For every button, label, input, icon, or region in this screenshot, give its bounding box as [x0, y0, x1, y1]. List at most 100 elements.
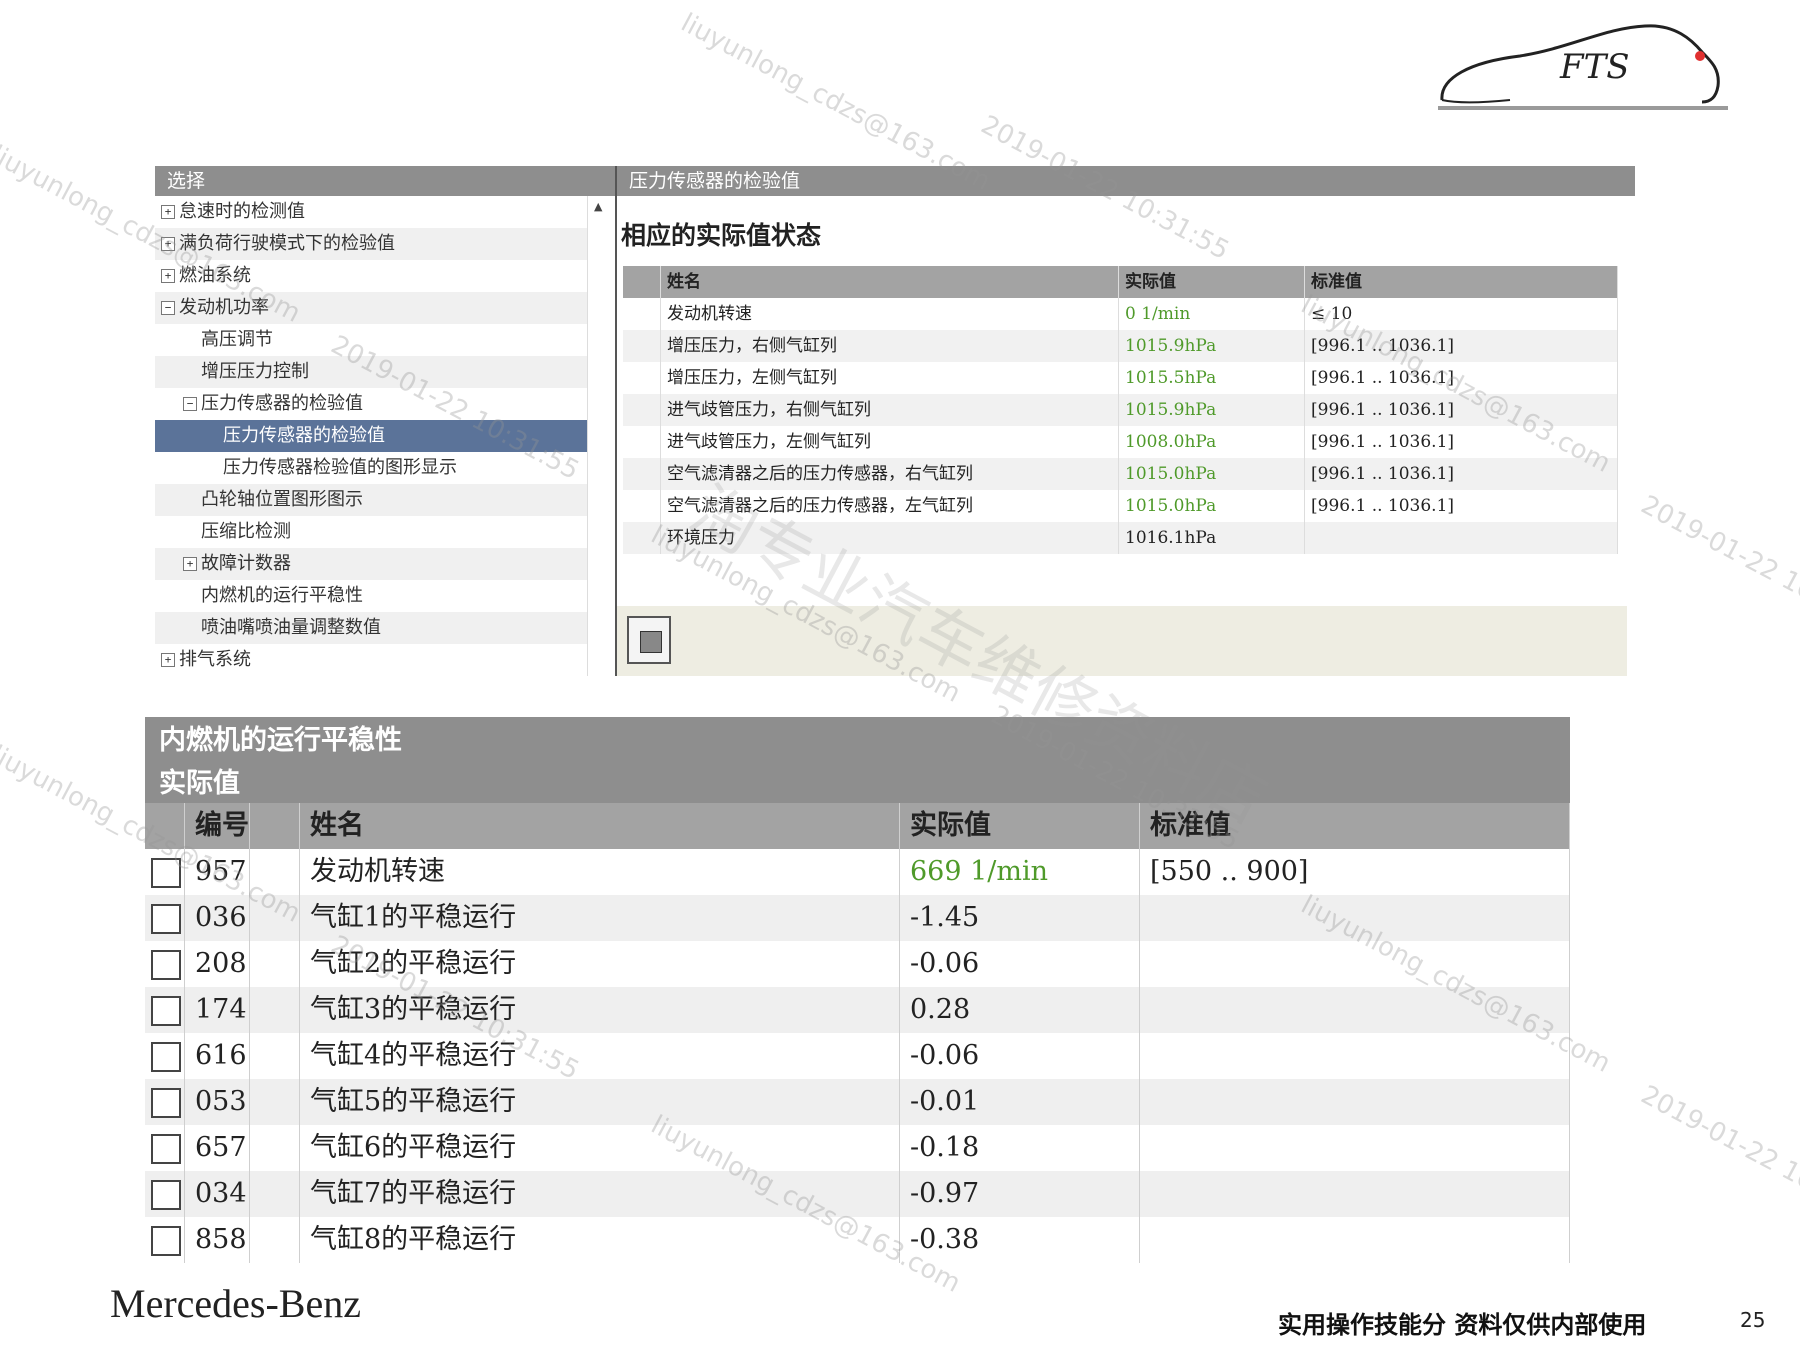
cell-actual: 1008.0hPa	[1119, 426, 1305, 458]
row-checkbox[interactable]	[151, 858, 181, 888]
table-row[interactable]: 034 气缸7的平稳运行 -0.97	[145, 1171, 1570, 1217]
row-spacer	[250, 895, 300, 941]
row-checkbox[interactable]	[151, 1042, 181, 1072]
cell-actual: -0.18	[900, 1125, 1140, 1171]
panel-divider[interactable]	[615, 166, 617, 676]
tree-item[interactable]: 高压调节	[155, 324, 587, 356]
row-spacer	[623, 362, 661, 394]
cell-standard: [996.1 .. 1036.1]	[1305, 330, 1618, 362]
table-row[interactable]: 957 发动机转速 669 1/min [550 .. 900]	[145, 849, 1570, 895]
header-spacer	[623, 266, 661, 298]
tree-scrollbar[interactable]: ▲	[587, 196, 618, 676]
row-checkbox[interactable]	[151, 1134, 181, 1164]
page-number: 25	[1740, 1308, 1766, 1332]
stop-button[interactable]	[627, 616, 671, 664]
cell-actual: -0.97	[900, 1171, 1140, 1217]
cell-id: 208	[185, 941, 250, 987]
cell-name: 进气歧管压力，左侧气缸列	[661, 426, 1119, 458]
tree-item[interactable]: 内燃机的运行平稳性	[155, 580, 587, 612]
watermark-timestamp: 2019-01-22 10:31:55	[1635, 1080, 1800, 1237]
collapse-icon[interactable]: −	[161, 301, 175, 315]
table-row[interactable]: 进气歧管压力，左侧气缸列 1008.0hPa [996.1 .. 1036.1]	[623, 426, 1618, 458]
column-header[interactable]: 标准值	[1305, 266, 1618, 298]
table-row[interactable]: 增压压力，右侧气缸列 1015.9hPa [996.1 .. 1036.1]	[623, 330, 1618, 362]
tree-item[interactable]: − 发动机功率	[155, 292, 587, 324]
row-checkbox[interactable]	[151, 996, 181, 1026]
expand-icon[interactable]: +	[161, 205, 175, 219]
expand-icon[interactable]: +	[161, 269, 175, 283]
cell-id: 053	[185, 1079, 250, 1125]
cell-standard	[1140, 1125, 1570, 1171]
detail-header: 压力传感器的检验值	[617, 166, 1635, 196]
tree-item[interactable]: 压力传感器检验值的图形显示	[155, 452, 587, 484]
table-row[interactable]: 增压压力，左侧气缸列 1015.5hPa [996.1 .. 1036.1]	[623, 362, 1618, 394]
tree-item[interactable]: 凸轮轴位置图形图示	[155, 484, 587, 516]
tree-item[interactable]: + 排气系统	[155, 644, 587, 676]
column-header[interactable]: 标准值	[1140, 803, 1570, 849]
row-spacer	[623, 458, 661, 490]
tree-item[interactable]: + 满负荷行驶模式下的检验值	[155, 228, 587, 260]
tree-item-label: 压力传感器检验值的图形显示	[223, 457, 457, 478]
table-row[interactable]: 208 气缸2的平稳运行 -0.06	[145, 941, 1570, 987]
table-row[interactable]: 616 气缸4的平稳运行 -0.06	[145, 1033, 1570, 1079]
table-row[interactable]: 进气歧管压力，右侧气缸列 1015.9hPa [996.1 .. 1036.1]	[623, 394, 1618, 426]
tree-item[interactable]: 喷油嘴喷油量调整数值	[155, 612, 587, 644]
row-checkbox[interactable]	[151, 1180, 181, 1210]
tree-item[interactable]: + 燃油系统	[155, 260, 587, 292]
row-checkbox[interactable]	[151, 950, 181, 980]
tree-item-label: 内燃机的运行平稳性	[201, 585, 363, 606]
cell-standard: [996.1 .. 1036.1]	[1305, 426, 1618, 458]
column-header[interactable]: 姓名	[300, 803, 900, 849]
expand-icon[interactable]: +	[161, 653, 175, 667]
table-row[interactable]: 657 气缸6的平稳运行 -0.18	[145, 1125, 1570, 1171]
cell-name: 增压压力，右侧气缸列	[661, 330, 1119, 362]
cell-standard: [996.1 .. 1036.1]	[1305, 394, 1618, 426]
table-row[interactable]: 053 气缸5的平稳运行 -0.01	[145, 1079, 1570, 1125]
cell-actual: 1015.0hPa	[1119, 458, 1305, 490]
row-spacer	[623, 490, 661, 522]
table-row[interactable]: 空气滤清器之后的压力传感器，右气缸列 1015.0hPa [996.1 .. 103…	[623, 458, 1618, 490]
tree-item[interactable]: + 故障计数器	[155, 548, 587, 580]
cell-standard: [996.1 .. 1036.1]	[1305, 362, 1618, 394]
tree-item-label: 满负荷行驶模式下的检验值	[179, 233, 395, 254]
cell-standard: [996.1 .. 1036.1]	[1305, 490, 1618, 522]
brand-name: Mercedes-Benz	[110, 1281, 361, 1326]
table-row[interactable]: 858 气缸8的平稳运行 -0.38	[145, 1217, 1570, 1263]
table-row[interactable]: 环境压力 1016.1hPa	[623, 522, 1618, 554]
row-checkbox[interactable]	[151, 1088, 181, 1118]
collapse-icon[interactable]: −	[183, 397, 197, 411]
checkbox-cell	[145, 1171, 185, 1217]
column-header[interactable]: 实际值	[900, 803, 1140, 849]
row-spacer	[623, 298, 661, 330]
cell-standard	[1140, 895, 1570, 941]
scroll-up-icon[interactable]: ▲	[594, 200, 602, 213]
cell-id: 858	[185, 1217, 250, 1263]
cell-standard	[1140, 1079, 1570, 1125]
row-spacer	[623, 394, 661, 426]
table-row[interactable]: 174 气缸3的平稳运行 0.28	[145, 987, 1570, 1033]
cell-name: 气缸3的平稳运行	[300, 987, 900, 1033]
expand-icon[interactable]: +	[183, 557, 197, 571]
checkbox-cell	[145, 1217, 185, 1263]
detail-scrollbar[interactable]	[1627, 196, 1635, 606]
expand-icon[interactable]: +	[161, 237, 175, 251]
cell-name: 气缸2的平稳运行	[300, 941, 900, 987]
column-header[interactable]: 实际值	[1119, 266, 1305, 298]
running-smoothness-window: 内燃机的运行平稳性 实际值 编号 姓名 实际值 标准值 957 发动机转速 669 1/mi…	[145, 717, 1570, 1263]
row-checkbox[interactable]	[151, 904, 181, 934]
tree-item[interactable]: − 压力传感器的检验值	[155, 388, 587, 420]
tree-item[interactable]: 压力传感器的检验值	[155, 420, 587, 452]
table-row[interactable]: 空气滤清器之后的压力传感器，左气缸列 1015.0hPa [996.1 .. 103…	[623, 490, 1618, 522]
table-row[interactable]: 036 气缸1的平稳运行 -1.45	[145, 895, 1570, 941]
tree-item[interactable]: 压缩比检测	[155, 516, 587, 548]
column-header[interactable]: 编号	[185, 803, 250, 849]
tree-item[interactable]: 增压压力控制	[155, 356, 587, 388]
table-row[interactable]: 发动机转速 0 1/min ≤ 10	[623, 298, 1618, 330]
row-checkbox[interactable]	[151, 1226, 181, 1256]
panel-subtitle: 实际值	[145, 765, 1570, 803]
row-spacer	[623, 426, 661, 458]
row-spacer	[250, 1125, 300, 1171]
tree-item[interactable]: + 怠速时的检测值	[155, 196, 587, 228]
column-header[interactable]: 姓名	[661, 266, 1119, 298]
cell-name: 气缸6的平稳运行	[300, 1125, 900, 1171]
